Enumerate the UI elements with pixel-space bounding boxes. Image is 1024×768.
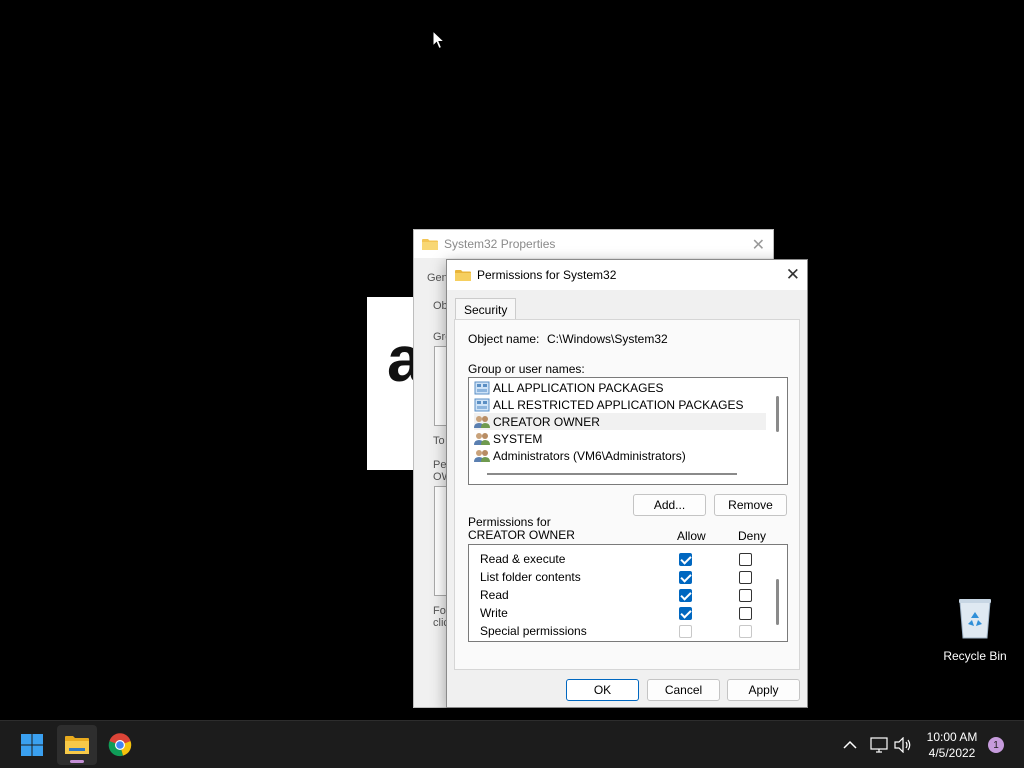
deny-checkbox[interactable]: [739, 606, 752, 620]
object-name-label: Object name:: [468, 332, 540, 346]
volume-icon: [894, 737, 911, 753]
tab-security[interactable]: Security: [455, 298, 517, 320]
allow-checkbox[interactable]: [679, 606, 692, 620]
deny-column-header: Deny: [738, 529, 767, 543]
permissions-title: Permissions for System32: [477, 268, 617, 282]
properties-tab-fragment[interactable]: Gen: [427, 272, 448, 284]
notification-badge[interactable]: 1: [988, 737, 1004, 753]
add-button[interactable]: Add...: [633, 494, 706, 516]
user-name: Administrators (VM6\Administrators): [493, 448, 686, 463]
taskbar-chrome[interactable]: [100, 725, 140, 765]
deny-checkbox[interactable]: [739, 588, 752, 602]
network-icon: [870, 737, 888, 753]
deny-checkbox-disabled: [739, 624, 752, 638]
permission-row: Read: [469, 586, 769, 604]
allow-column-header: Allow: [677, 529, 706, 543]
user-list-vertical-scrollbar[interactable]: [776, 396, 779, 432]
properties-text-fragment: To: [433, 435, 445, 447]
close-icon[interactable]: ✕: [786, 265, 800, 285]
object-name-value: C:\Windows\System32: [547, 332, 668, 346]
user-group-icon: [474, 449, 490, 462]
permissions-scrollbar[interactable]: [776, 579, 779, 625]
user-group-icon: [474, 432, 490, 445]
allow-checkbox[interactable]: [679, 552, 692, 566]
recycle-bin-label: Recycle Bin: [943, 649, 1007, 663]
clock-date: 4/5/2022: [928, 746, 976, 760]
user-list-item[interactable]: ALL RESTRICTED APPLICATION PACKAGES: [474, 396, 766, 413]
start-button[interactable]: [12, 725, 52, 765]
permission-name: List folder contents: [480, 570, 581, 584]
allow-checkbox[interactable]: [679, 570, 692, 584]
user-list-item[interactable]: Administrators (VM6\Administrators): [474, 447, 766, 464]
user-name: ALL RESTRICTED APPLICATION PACKAGES: [493, 397, 744, 412]
apply-button[interactable]: Apply: [727, 679, 800, 701]
permissions-titlebar[interactable]: Permissions for System32: [447, 260, 807, 290]
properties-titlebar[interactable]: System32 Properties: [414, 230, 773, 258]
folder-icon: [422, 238, 438, 250]
taskbar-file-explorer[interactable]: [57, 725, 97, 765]
permission-row: Write: [469, 604, 769, 622]
allow-checkbox-disabled: [679, 624, 692, 638]
start-icon: [21, 734, 43, 756]
clock[interactable]: 10:00 AM 4/5/2022: [920, 729, 984, 761]
active-indicator: [70, 760, 84, 763]
file-explorer-icon: [65, 736, 89, 754]
permission-name: Special permissions: [480, 624, 587, 638]
chrome-icon: [108, 733, 132, 757]
properties-close-icon[interactable]: ✕: [752, 235, 765, 255]
user-list[interactable]: ALL APPLICATION PACKAGES ALL RESTRICTED …: [468, 377, 788, 485]
package-group-icon: [474, 398, 490, 411]
deny-checkbox[interactable]: [739, 552, 752, 566]
mouse-cursor-icon: [432, 30, 446, 50]
properties-title: System32 Properties: [444, 237, 556, 251]
permission-row: List folder contents: [469, 568, 769, 586]
volume-control[interactable]: [894, 721, 912, 768]
show-hidden-icons[interactable]: [843, 721, 857, 768]
deny-checkbox[interactable]: [739, 570, 752, 584]
ok-button[interactable]: OK: [566, 679, 639, 701]
user-list-item-selected[interactable]: CREATOR OWNER: [474, 413, 766, 430]
folder-icon: [455, 269, 471, 281]
cancel-button[interactable]: Cancel: [647, 679, 720, 701]
taskbar: 10:00 AM 4/5/2022 1: [0, 720, 1024, 768]
recycle-bin-shortcut[interactable]: Recycle Bin: [940, 596, 1010, 663]
package-group-icon: [474, 381, 490, 394]
user-list-item[interactable]: ALL APPLICATION PACKAGES: [474, 379, 766, 396]
user-list-item[interactable]: SYSTEM: [474, 430, 766, 447]
user-list-horizontal-scrollbar[interactable]: [487, 473, 737, 475]
remove-button[interactable]: Remove: [714, 494, 787, 516]
user-group-icon: [474, 415, 490, 428]
user-name: SYSTEM: [493, 431, 543, 446]
properties-text-fragment: Pe: [433, 459, 447, 471]
permission-row: Special permissions: [469, 622, 769, 640]
permissions-list[interactable]: Read & execute List folder contents Read…: [468, 544, 788, 642]
permissions-for-label: Permissions for CREATOR OWNER: [468, 515, 575, 542]
chevron-up-icon: [843, 740, 857, 749]
permissions-dialog[interactable]: Permissions for System32 ✕ Security Obje…: [446, 259, 808, 708]
security-panel: Object name: C:\Windows\System32 Group o…: [454, 319, 800, 670]
clock-time: 10:00 AM: [926, 730, 978, 744]
permission-name: Read & execute: [480, 552, 566, 566]
network-status[interactable]: [870, 721, 888, 768]
recycle-bin-icon: [959, 599, 991, 639]
permission-name: Write: [480, 606, 508, 620]
allow-checkbox[interactable]: [679, 588, 692, 602]
permission-row: Read & execute: [469, 550, 769, 568]
user-name: ALL APPLICATION PACKAGES: [493, 380, 664, 395]
permission-name: Read: [480, 588, 509, 602]
group-names-label: Group or user names:: [468, 362, 585, 376]
user-name: CREATOR OWNER: [493, 414, 600, 429]
